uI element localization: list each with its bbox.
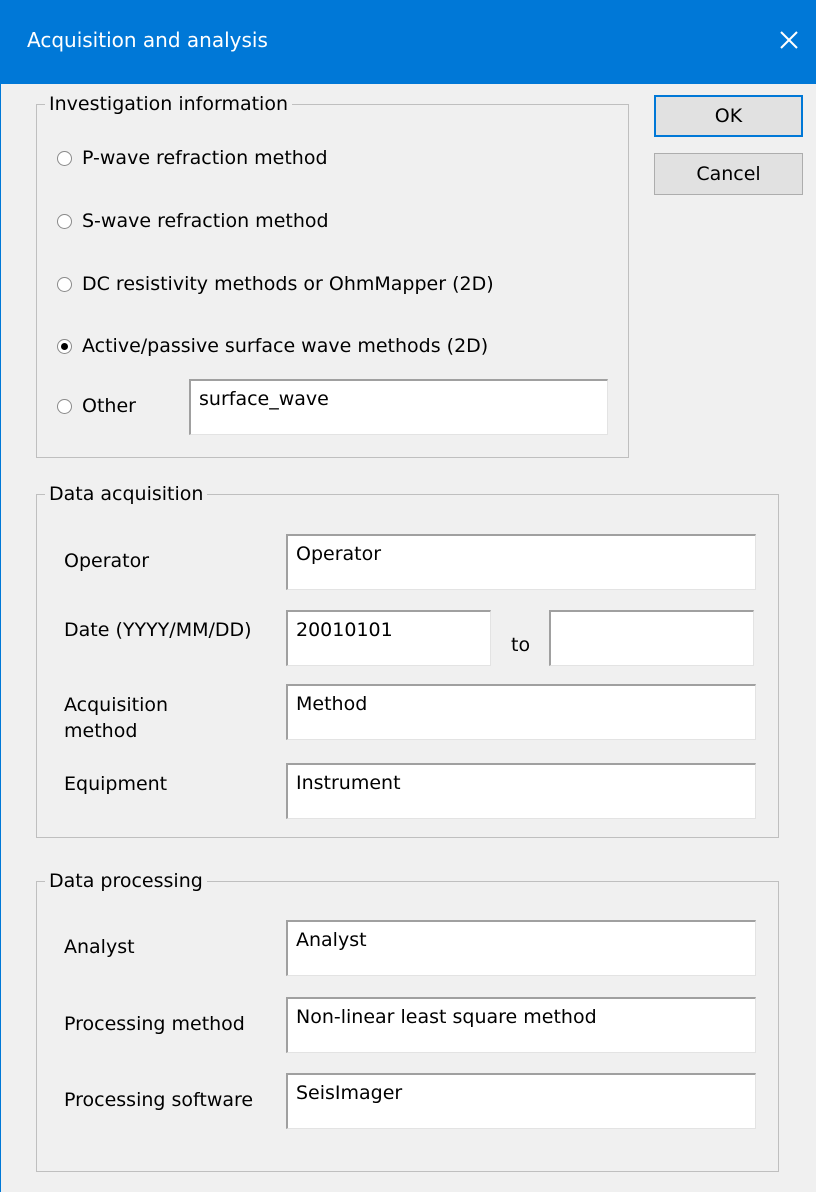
radio-button-icon[interactable]	[57, 398, 72, 414]
equipment-input[interactable]: Instrument	[286, 763, 756, 819]
cancel-button[interactable]: Cancel	[654, 153, 803, 195]
title-bar: Acquisition and analysis	[1, 0, 816, 84]
radio-button-icon[interactable]	[57, 213, 72, 229]
radio-label: P-wave refraction method	[82, 147, 328, 169]
radio-label: Active/passive surface wave methods (2D)	[82, 335, 489, 357]
radio-dc-resistivity[interactable]: DC resistivity methods or OhmMapper (2D)	[57, 273, 494, 295]
radio-p-wave[interactable]: P-wave refraction method	[57, 147, 328, 169]
ok-button[interactable]: OK	[654, 95, 803, 137]
radio-surface-wave[interactable]: Active/passive surface wave methods (2D)	[57, 335, 488, 357]
acquisition-method-input[interactable]: Method	[286, 684, 756, 740]
processing-software-label: Processing software	[64, 1089, 254, 1111]
close-button[interactable]	[761, 14, 816, 66]
acquisition-method-label-line2: method	[64, 720, 138, 742]
to-label: to	[511, 634, 531, 656]
radio-s-wave[interactable]: S-wave refraction method	[57, 210, 329, 232]
investigation-legend: Investigation information	[45, 91, 293, 117]
radio-label: S-wave refraction method	[82, 210, 329, 232]
radio-label: Other	[82, 395, 136, 417]
analyst-label: Analyst	[64, 936, 135, 958]
window-title: Acquisition and analysis	[27, 28, 268, 52]
processing-software-input[interactable]: SeisImager	[286, 1073, 756, 1129]
date-from-input[interactable]: 20010101	[286, 610, 491, 666]
equipment-label: Equipment	[64, 773, 168, 795]
processing-legend: Data processing	[45, 868, 207, 894]
dialog-window: Acquisition and analysis OK Cancel Inves…	[0, 0, 816, 1192]
operator-input[interactable]: Operator	[286, 534, 756, 590]
acquisition-legend: Data acquisition	[45, 481, 208, 507]
other-method-input[interactable]: surface_wave	[189, 379, 608, 435]
radio-label: DC resistivity methods or OhmMapper (2D)	[82, 273, 494, 295]
processing-method-label: Processing method	[64, 1013, 245, 1035]
date-label: Date (YYYY/MM/DD)	[64, 619, 252, 641]
analyst-input[interactable]: Analyst	[286, 920, 756, 976]
processing-method-input[interactable]: Non-linear least square method	[286, 997, 756, 1053]
radio-other[interactable]: Other	[57, 395, 136, 417]
radio-button-icon[interactable]	[57, 338, 72, 354]
radio-button-icon[interactable]	[57, 276, 72, 292]
date-to-input[interactable]	[549, 610, 754, 666]
acquisition-method-label: Acquisition	[64, 694, 169, 716]
operator-label: Operator	[64, 550, 150, 572]
close-icon	[780, 31, 798, 49]
radio-button-icon[interactable]	[57, 150, 72, 166]
